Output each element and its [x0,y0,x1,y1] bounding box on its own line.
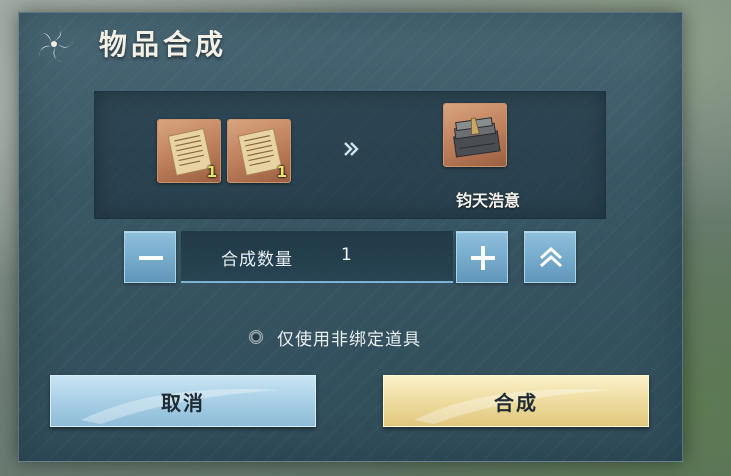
weapon-case-icon [453,117,501,158]
double-chevron-right-icon [344,142,359,156]
increase-quantity-button[interactable] [456,231,508,283]
double-chevron-up-icon [539,246,563,268]
material-slot[interactable]: 1 [227,119,291,183]
quantity-value[interactable]: 1 [341,245,371,265]
result-item-slot[interactable] [443,103,507,167]
item-synthesis-dialog: 物品合成 1 1 钧天浩意 合成数量 1 仅使用非绑定道具 取消 合成 [18,12,683,462]
quantity-field[interactable]: 合成数量 1 [181,231,453,283]
unbound-only-option[interactable]: 仅使用非绑定道具 [249,325,421,350]
dialog-title: 物品合成 [99,28,228,61]
decrease-quantity-button[interactable] [124,231,176,283]
plus-icon [471,246,495,270]
result-item-name: 钧天浩意 [455,191,520,210]
synthesize-button-label: 合成 [494,390,538,415]
pinwheel-logo-icon [37,25,74,62]
material-slot[interactable]: 1 [157,119,221,183]
max-quantity-button[interactable] [524,231,576,283]
unbound-only-radio[interactable] [249,330,263,344]
unbound-only-label: 仅使用非绑定道具 [277,329,421,350]
quantity-label: 合成数量 [221,250,293,270]
cancel-button[interactable]: 取消 [50,375,316,427]
material-count: 1 [206,163,217,181]
dialog-header: 物品合成 [19,13,682,69]
minus-icon [139,256,163,260]
material-count: 1 [276,163,287,181]
synthesize-button[interactable]: 合成 [383,375,649,427]
cancel-button-label: 取消 [161,390,205,415]
